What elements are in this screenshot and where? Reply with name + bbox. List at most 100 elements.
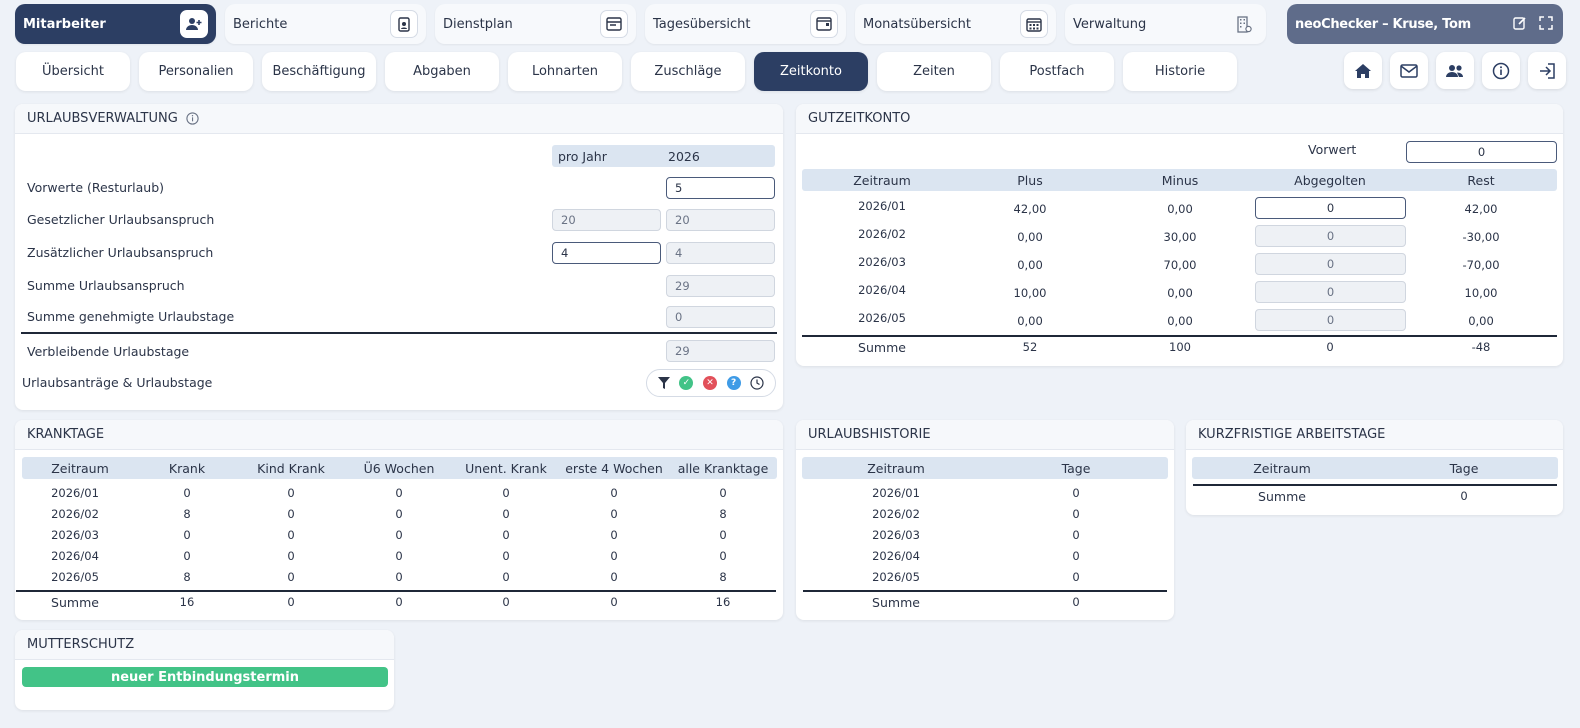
row-label-genehmigt: Summe genehmigte Urlaubstage bbox=[27, 309, 235, 324]
approved-icon[interactable]: ✓ bbox=[679, 376, 694, 390]
nav-berichte[interactable]: Berichte bbox=[225, 4, 426, 44]
urlaubsverwaltung-panel: URLAUBSVERWALTUNG pro Jahr 2026 Vorwerte… bbox=[15, 104, 783, 410]
tab-abgaben[interactable]: Abgaben bbox=[385, 52, 499, 91]
cell-minus: 0,00 bbox=[1167, 314, 1193, 328]
row-label-gesetzlich: Gesetzlicher Urlaubsanspruch bbox=[27, 212, 215, 227]
cell-zeitraum: 2026/04 bbox=[872, 549, 920, 563]
sum-divider bbox=[1193, 484, 1557, 486]
sum-ue6: 0 bbox=[395, 595, 403, 609]
building-icon bbox=[1230, 10, 1258, 38]
logout-icon bbox=[1540, 62, 1555, 79]
cell-zeitraum: 2026/04 bbox=[51, 549, 99, 563]
cell-minus: 70,00 bbox=[1163, 258, 1197, 272]
cell-erste4: 0 bbox=[610, 486, 618, 500]
tab-label: Beschäftigung bbox=[272, 64, 366, 79]
cell-erste4: 0 bbox=[610, 507, 618, 521]
cell-ue6: 0 bbox=[395, 570, 403, 584]
header-kind-krank: Kind Krank bbox=[257, 461, 325, 476]
abgegolten-field: 0 bbox=[1255, 253, 1406, 275]
nav-monatsuebersicht[interactable]: Monatsübersicht bbox=[855, 4, 1056, 44]
sum-label: Summe bbox=[872, 595, 920, 610]
header-rest: Rest bbox=[1467, 173, 1495, 188]
tab-label: Übersicht bbox=[42, 64, 104, 79]
cell-zeitraum: 2026/03 bbox=[51, 528, 99, 542]
vorwert-input[interactable]: 0 bbox=[1406, 141, 1557, 163]
header-erste-4-wochen: erste 4 Wochen bbox=[565, 461, 663, 476]
tab-historie[interactable]: Historie bbox=[1123, 52, 1237, 91]
mail-button[interactable] bbox=[1390, 52, 1428, 89]
panel-title: KURZFRISTIGE ARBEITSTAGE bbox=[1198, 427, 1386, 442]
cell-krank: 8 bbox=[183, 570, 191, 584]
rejected-icon[interactable]: ✕ bbox=[702, 376, 717, 390]
cell-zeitraum: 2026/02 bbox=[51, 507, 99, 521]
panel-header: KURZFRISTIGE ARBEITSTAGE bbox=[1186, 420, 1563, 450]
vorwerte-input[interactable]: 5 bbox=[666, 177, 775, 199]
sum-tage: 0 bbox=[1072, 595, 1080, 609]
cell-kind-krank: 0 bbox=[287, 528, 295, 542]
tab-personalien[interactable]: Personalien bbox=[139, 52, 253, 91]
tab-zeiten[interactable]: Zeiten bbox=[877, 52, 991, 91]
row-label-summe-anspruch: Summe Urlaubsanspruch bbox=[27, 278, 185, 293]
user-account[interactable]: neoChecker – Kruse, Tom bbox=[1287, 4, 1563, 44]
team-button[interactable] bbox=[1436, 52, 1474, 89]
tab-zuschlaege[interactable]: Zuschläge bbox=[631, 52, 745, 91]
nav-label: Tagesübersicht bbox=[653, 16, 751, 32]
tab-label: Zeiten bbox=[913, 64, 955, 79]
zusaetzlich-jahr-input[interactable]: 4 bbox=[552, 242, 661, 264]
cell-rest: 10,00 bbox=[1464, 286, 1498, 300]
abgegolten-input[interactable]: 0 bbox=[1255, 197, 1406, 219]
day-view-icon bbox=[810, 10, 838, 38]
logout-button[interactable] bbox=[1528, 52, 1566, 89]
divider bbox=[21, 332, 777, 334]
new-due-date-button[interactable]: neuer Entbindungstermin bbox=[22, 667, 388, 687]
tab-zeitkonto[interactable]: Zeitkonto bbox=[754, 52, 868, 91]
vorwert-label: Vorwert bbox=[1308, 142, 1357, 157]
tab-label: Zeitkonto bbox=[780, 64, 842, 79]
info-button[interactable] bbox=[1482, 52, 1520, 89]
abgegolten-field: 0 bbox=[1255, 309, 1406, 331]
cell-unent: 0 bbox=[502, 528, 510, 542]
cell-ue6: 0 bbox=[395, 507, 403, 521]
cell-zeitraum: 2026/02 bbox=[858, 227, 906, 241]
nav-verwaltung[interactable]: Verwaltung bbox=[1065, 4, 1266, 44]
edit-icon[interactable] bbox=[1513, 16, 1527, 30]
cell-plus: 10,00 bbox=[1013, 286, 1047, 300]
clock-icon[interactable] bbox=[750, 376, 764, 390]
nav-tagesuebersicht[interactable]: Tagesübersicht bbox=[645, 4, 846, 44]
fullscreen-icon[interactable] bbox=[1539, 16, 1553, 30]
info-icon[interactable] bbox=[186, 112, 199, 125]
cell-plus: 0,00 bbox=[1017, 258, 1043, 272]
cell-tage: 0 bbox=[1072, 570, 1080, 584]
cell-unent: 0 bbox=[502, 549, 510, 563]
tab-lohnarten[interactable]: Lohnarten bbox=[508, 52, 622, 91]
cell-rest: 0,00 bbox=[1468, 314, 1494, 328]
team-icon bbox=[1446, 64, 1463, 77]
tab-beschaeftigung[interactable]: Beschäftigung bbox=[262, 52, 376, 91]
sum-label: Summe bbox=[51, 595, 99, 610]
tab-uebersicht[interactable]: Übersicht bbox=[16, 52, 130, 91]
cell-tage: 0 bbox=[1072, 528, 1080, 542]
pending-icon[interactable]: ? bbox=[726, 376, 741, 390]
filter-icon[interactable] bbox=[657, 377, 670, 389]
cell-zeitraum: 2026/01 bbox=[858, 199, 906, 213]
verbleibend-field: 29 bbox=[666, 340, 775, 362]
gesetzlich-year-field: 20 bbox=[666, 209, 775, 231]
column-pro-jahr: pro Jahr bbox=[558, 149, 607, 164]
cell-minus: 0,00 bbox=[1167, 286, 1193, 300]
sum-label: Summe bbox=[1258, 489, 1306, 504]
cell-erste4: 0 bbox=[610, 528, 618, 542]
nav-dienstplan[interactable]: Dienstplan bbox=[435, 4, 636, 44]
tab-postfach[interactable]: Postfach bbox=[1000, 52, 1114, 91]
tab-label: Postfach bbox=[1029, 64, 1085, 79]
sum-divider bbox=[16, 590, 776, 592]
nav-mitarbeiter[interactable]: Mitarbeiter bbox=[15, 4, 216, 44]
header-ue6-wochen: Ü6 Wochen bbox=[363, 461, 435, 476]
mail-icon bbox=[1400, 63, 1418, 78]
abgegolten-field: 0 bbox=[1255, 281, 1406, 303]
cell-plus: 42,00 bbox=[1013, 202, 1047, 216]
summe-anspruch-field: 29 bbox=[666, 275, 775, 297]
cell-krank: 0 bbox=[183, 486, 191, 500]
home-button[interactable] bbox=[1344, 52, 1382, 89]
nav-label: Dienstplan bbox=[443, 16, 513, 32]
header-tage: Tage bbox=[1061, 461, 1091, 476]
